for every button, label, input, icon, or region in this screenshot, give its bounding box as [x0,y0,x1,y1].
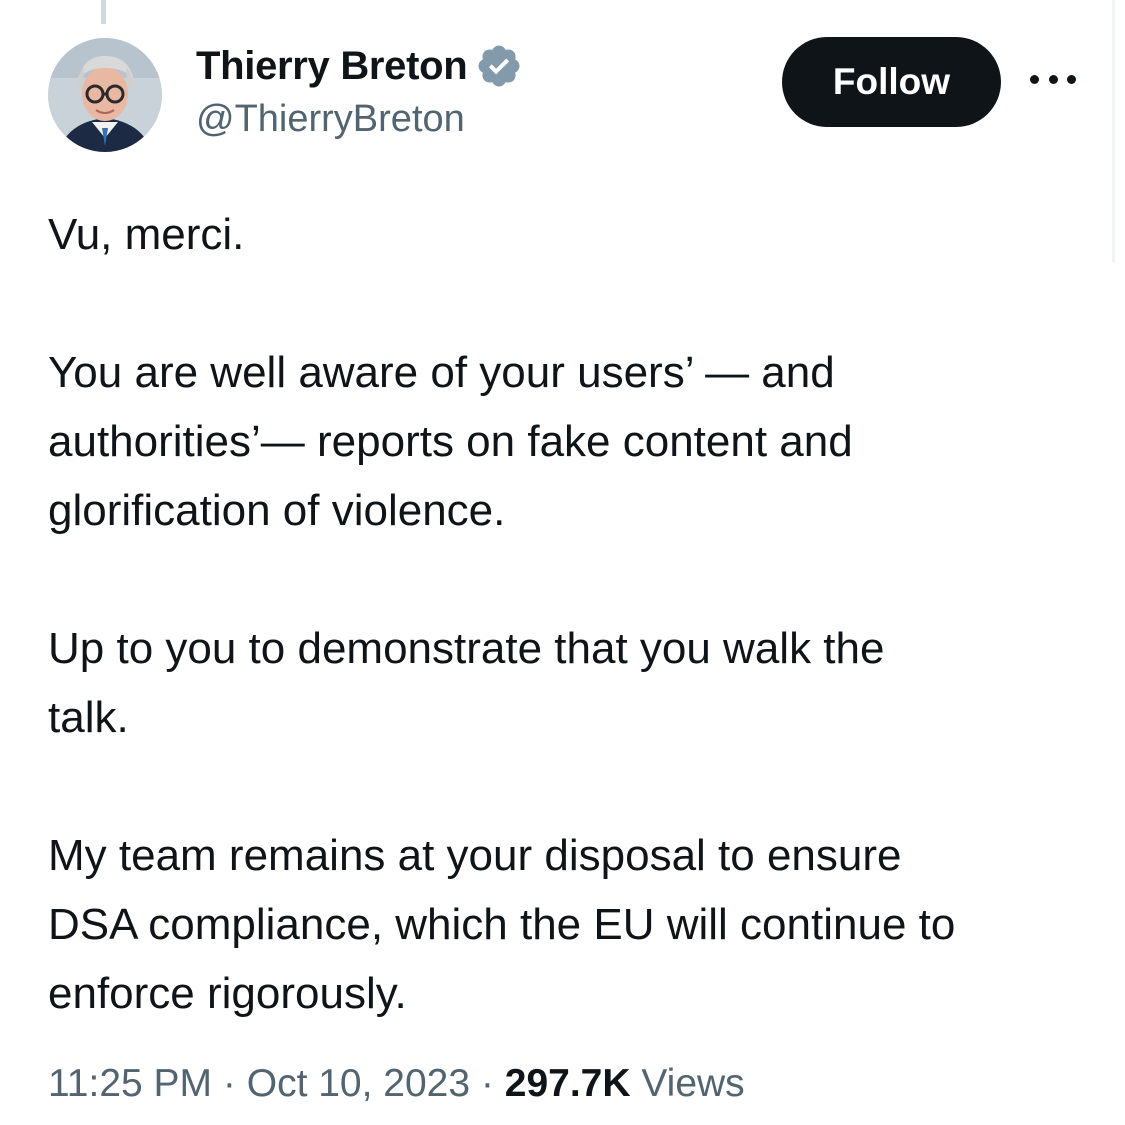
tweet-paragraph: Up to you to demonstrate that you walk t… [48,624,885,742]
meta-separator: · [222,1062,236,1105]
more-dot [1067,74,1076,84]
views-count: 297.7K [504,1062,631,1105]
author-handle[interactable]: @ThierryBreton [196,98,523,141]
tweet-paragraph: My team remains at your disposal to ensu… [48,831,956,1018]
views-label: Views [641,1062,745,1105]
meta-separator: · [480,1062,494,1105]
scrollbar-track [1112,0,1115,262]
author-display-name[interactable]: Thierry Breton [196,44,468,89]
author-info: Thierry Breton @ThierryBreton [196,40,523,141]
follow-button[interactable]: Follow [782,37,1001,127]
more-dot [1048,74,1058,84]
author-name-row: Thierry Breton [196,40,523,92]
avatar-photo [48,38,162,152]
avatar[interactable] [48,38,162,152]
more-horizontal-icon[interactable] [1030,66,1076,92]
tweet-date[interactable]: Oct 10, 2023 [247,1062,470,1105]
tweet-time[interactable]: 11:25 PM [48,1062,212,1105]
verified-badge-icon[interactable] [475,42,523,90]
tweet-paragraph: You are well aware of your users’ — and … [48,348,853,535]
thread-connector-line [101,0,106,24]
tweet-text: Vu, merci. You are well aware of your us… [48,200,1098,1028]
more-dot [1030,74,1039,84]
tweet-paragraph: Vu, merci. [48,210,245,259]
tweet-metadata: 11:25 PM · Oct 10, 2023 · 297.7K Views [48,1062,745,1106]
